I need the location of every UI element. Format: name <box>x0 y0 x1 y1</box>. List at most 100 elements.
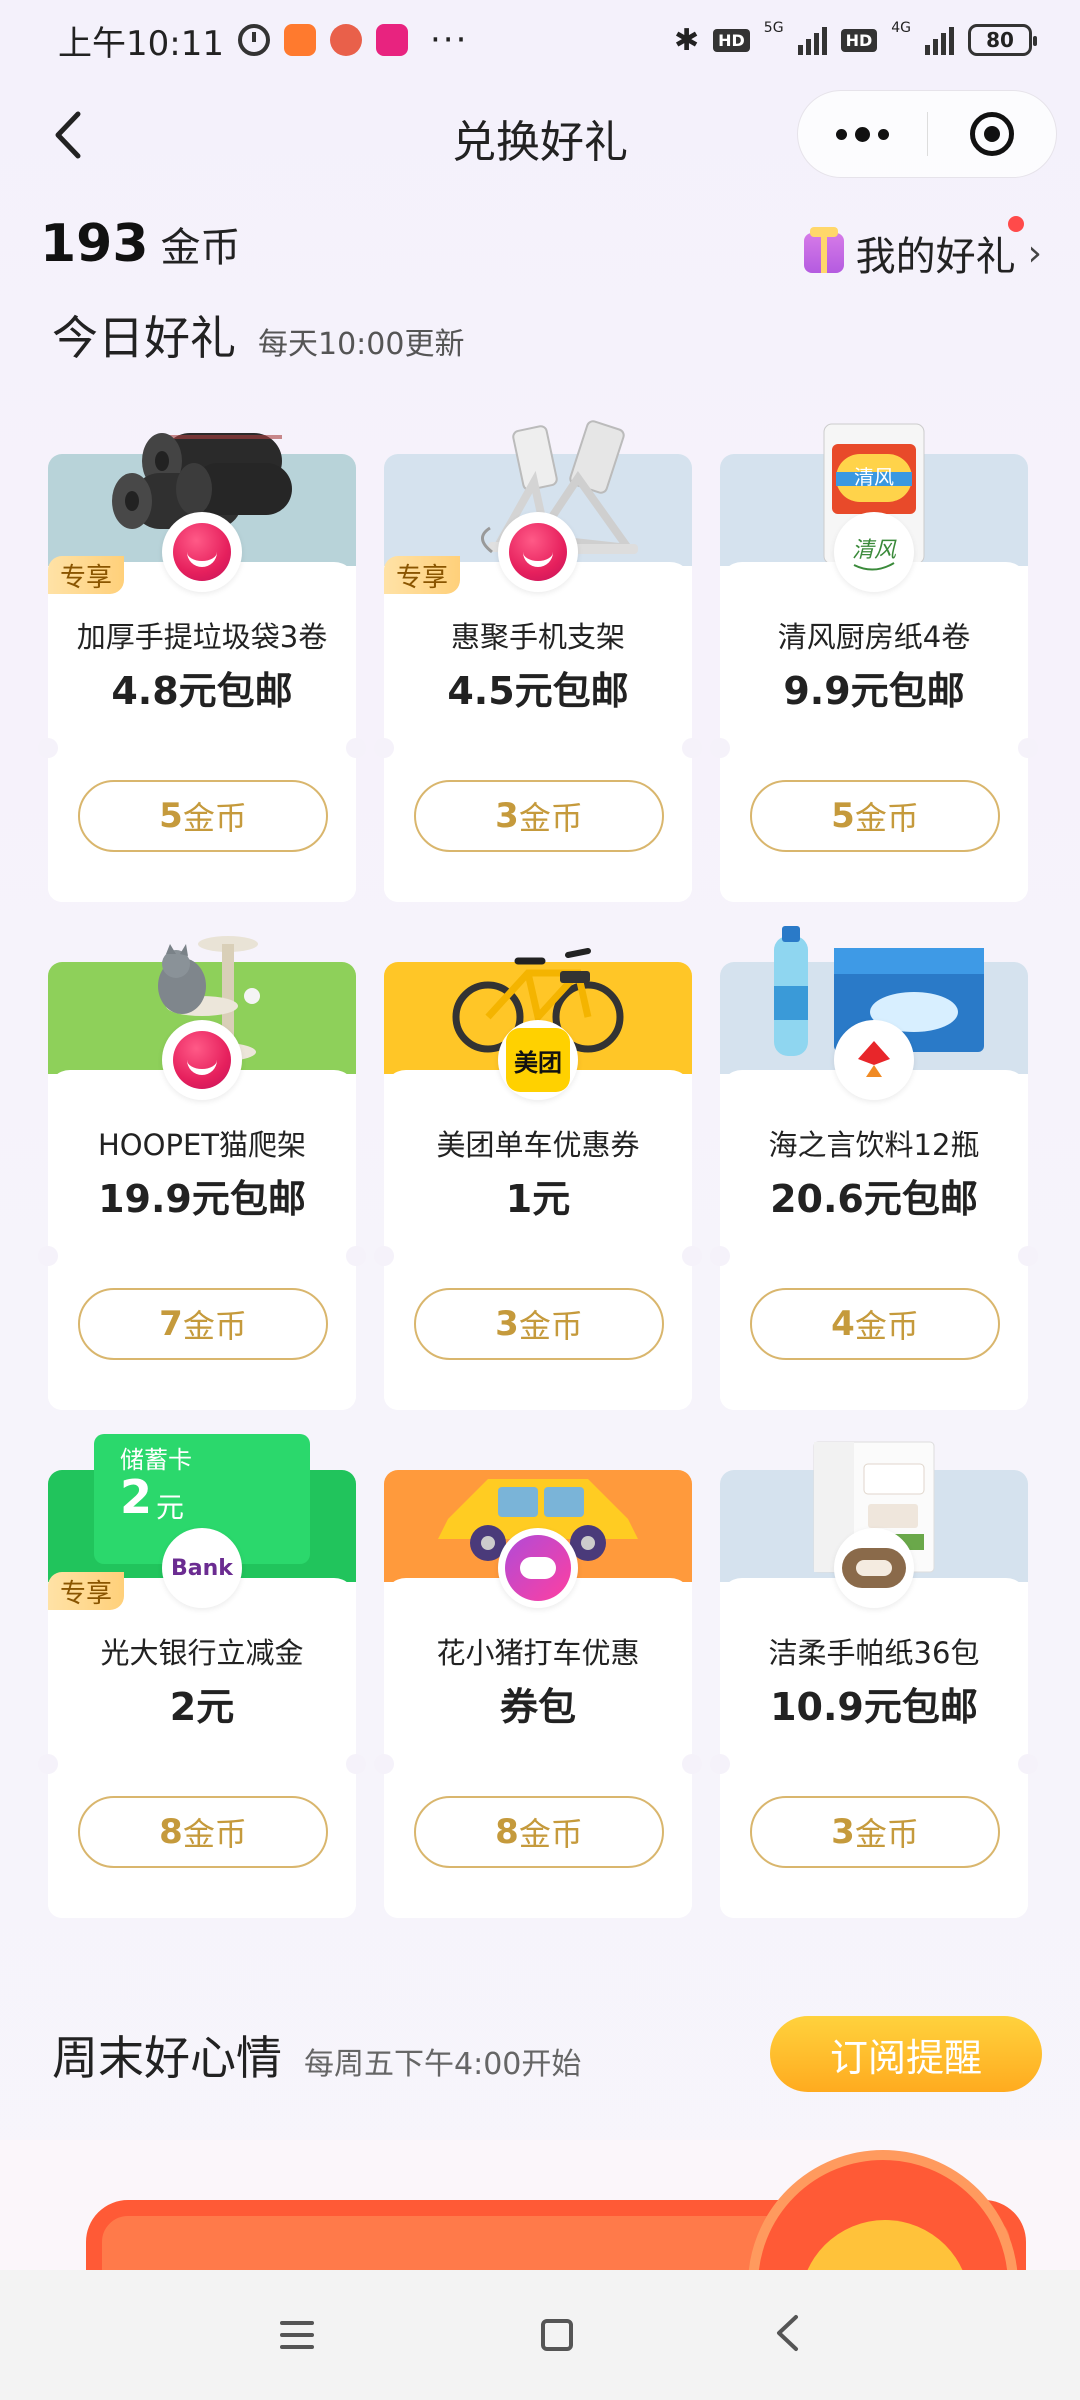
meituan-logo-icon: 美团 <box>506 1028 570 1092</box>
meituan-logo: 美团 <box>498 1020 578 1100</box>
gift-price: 10.9元包邮 <box>770 1685 978 1729</box>
system-navigation-bar <box>0 2270 1080 2400</box>
card-notch <box>346 738 366 758</box>
bank-logo-icon: Bank <box>171 1555 233 1581</box>
coin-cost-unit: 金币 <box>854 799 919 837</box>
redeem-button[interactable]: 3 金币 <box>750 1796 1000 1868</box>
my-gifts-link[interactable]: 我的好礼 › <box>803 216 1042 282</box>
coin-count: 193 <box>40 214 149 274</box>
redeem-button[interactable]: 5 金币 <box>78 780 328 852</box>
chevron-left-icon <box>776 2315 798 2351</box>
huiju-logo-icon <box>498 512 578 592</box>
exclusive-tag: 专享 <box>48 1572 124 1610</box>
card-notch <box>374 1754 394 1774</box>
card-notch <box>346 1754 366 1774</box>
coin-balance: 193 金币 <box>40 214 241 274</box>
gift-price: 2元 <box>169 1685 235 1729</box>
card-notch <box>710 1246 730 1266</box>
gift-card-trash-bags[interactable]: 专享 加厚手提垃圾袋3卷 4.8元包邮 5 金币 <box>38 433 366 902</box>
close-mini-program-button[interactable] <box>927 90 1056 178</box>
nav-bar: 兑换好礼 <box>0 90 1080 180</box>
redeem-button[interactable]: 5 金币 <box>750 780 1000 852</box>
redeem-button[interactable]: 3 金币 <box>414 780 664 852</box>
recent-apps-button[interactable] <box>280 2321 340 2349</box>
redeem-button[interactable]: 8 金币 <box>78 1796 328 1868</box>
gift-card-ceb-bank[interactable]: 储蓄卡 2 元 Bank 专享 光大银行立减金 2元 8 金币 <box>38 1434 366 1918</box>
gift-price: 4.8元包邮 <box>111 669 293 713</box>
gift-price: 19.9元包邮 <box>98 1177 306 1221</box>
svg-text:清风: 清风 <box>854 465 894 489</box>
card-notch <box>346 1246 366 1266</box>
redeem-button[interactable]: 3 金币 <box>414 1288 664 1360</box>
card-notch <box>374 1246 394 1266</box>
gift-icon <box>803 227 844 273</box>
gift-price: 20.6元包邮 <box>770 1177 978 1221</box>
cartoon-app-icon <box>329 24 362 56</box>
redeem-button[interactable]: 4 金币 <box>750 1288 1000 1360</box>
weekend-banner[interactable] <box>0 2140 1080 2270</box>
gift-name: HOOPET猫爬架 <box>98 1128 306 1162</box>
coin-cost-unit: 金币 <box>182 799 247 837</box>
gift-name: 光大银行立减金 <box>100 1636 304 1670</box>
card-notch <box>682 1754 702 1774</box>
signal-icon-2 <box>925 25 954 55</box>
gift-card-drinks[interactable]: 海之言饮料12瓶 20.6元包邮 4 金币 <box>710 926 1038 1410</box>
gift-price: 1元 <box>505 1177 571 1221</box>
huaxiaozhu-logo-icon <box>498 1528 578 1608</box>
voucher-value: 2 <box>120 1470 153 1524</box>
gift-name: 洁柔手帕纸36包 <box>768 1636 980 1670</box>
bluetooth-icon: ✱ <box>673 22 700 58</box>
hd-badge-1: HD <box>713 28 750 52</box>
weekend-title: 周末好心情 <box>52 2031 282 2085</box>
subscribe-reminder-button[interactable]: 订阅提醒 <box>770 2016 1042 2092</box>
gift-name: 美团单车优惠券 <box>436 1128 640 1162</box>
coin-unit: 金币 <box>160 225 241 271</box>
exclusive-tag: 专享 <box>48 556 124 594</box>
gift-price: 券包 <box>499 1685 576 1729</box>
gift-card-phone-stand[interactable]: 专享 惠聚手机支架 4.5元包邮 3 金币 <box>374 420 702 902</box>
huiju-logo-icon <box>162 512 242 592</box>
status-time: 上午10:11 <box>58 23 224 64</box>
battery-icon: 80 <box>968 24 1037 56</box>
gift-card-cat-tree[interactable]: HOOPET猫爬架 19.9元包邮 7 金币 <box>38 936 366 1410</box>
gift-card-tissues[interactable]: 洁柔手帕纸36包 10.9元包邮 3 金币 <box>710 1441 1038 1918</box>
gift-card-kitchen-paper[interactable]: 清风 清风 清风厨房纸4卷 9.9元包邮 5 金币 <box>710 423 1038 902</box>
target-icon <box>969 112 1014 156</box>
pinduoduo-icon <box>375 24 408 56</box>
weekend-header: 周末好心情 每周五下午4:00开始 <box>52 2022 581 2088</box>
system-back-button[interactable] <box>774 2314 800 2356</box>
coin-cost: 3 <box>495 1304 519 1344</box>
svg-text:清风: 清风 <box>852 538 897 563</box>
coin-cost: 3 <box>495 796 519 836</box>
redeem-button[interactable]: 7 金币 <box>78 1288 328 1360</box>
coin-cost-unit: 金币 <box>854 1307 919 1345</box>
signal-icon-1 <box>797 25 827 55</box>
more-notifications-icon: ··· <box>429 20 469 60</box>
coin-cost: 7 <box>159 1304 183 1344</box>
qingfeng-logo-icon: 清风 <box>834 512 914 592</box>
network-5g-label: 5G <box>763 20 784 36</box>
home-button[interactable] <box>540 2319 573 2351</box>
more-menu-button[interactable] <box>798 90 927 178</box>
uni-president-logo-icon <box>834 1020 914 1100</box>
gift-name: 花小猪打车优惠 <box>436 1636 640 1670</box>
c-and-s-logo-icon <box>834 1528 914 1608</box>
huiju-logo-icon <box>162 1020 242 1100</box>
notification-dot <box>1008 216 1024 232</box>
mini-program-capsule <box>797 90 1057 178</box>
card-notch <box>1018 1754 1038 1774</box>
coin-cost-unit: 金币 <box>854 1815 919 1853</box>
redeem-button[interactable]: 8 金币 <box>414 1796 664 1868</box>
card-notch <box>710 738 730 758</box>
card-notch <box>682 1246 702 1266</box>
ceb-bank-logo: Bank <box>162 1528 242 1608</box>
chevron-right-icon: › <box>1027 232 1042 274</box>
gift-card-meituan-bike[interactable]: 美团 美团单车优惠券 1元 3 金币 <box>374 948 702 1410</box>
coin-cost: 5 <box>831 796 855 836</box>
hd-badge-2: HD <box>840 28 878 52</box>
coin-cost-unit: 金币 <box>518 799 583 837</box>
coin-cost: 3 <box>831 1812 855 1852</box>
coin-cost: 8 <box>495 1812 519 1852</box>
gift-card-huaxiaozhu[interactable]: 花小猪打车优惠 券包 8 金币 <box>374 1470 702 1918</box>
gift-price: 4.5元包邮 <box>447 669 629 713</box>
